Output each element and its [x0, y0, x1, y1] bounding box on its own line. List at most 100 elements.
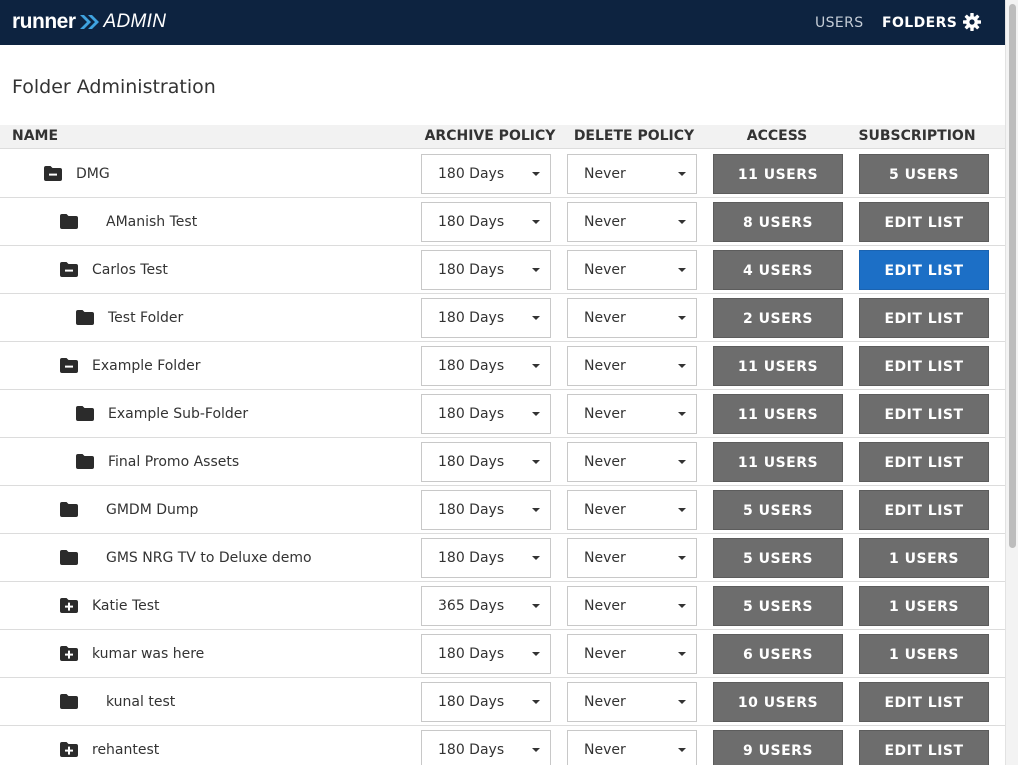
- brand-admin-text: ADMIN: [103, 11, 167, 32]
- folder-name[interactable]: Carlos Test: [92, 246, 168, 294]
- caret-down-icon: [532, 700, 540, 704]
- nav-folders-link[interactable]: FOLDERS: [882, 0, 957, 45]
- folder-name[interactable]: Final Promo Assets: [108, 438, 239, 486]
- archive-policy-select[interactable]: 180 Days: [421, 538, 551, 578]
- folder-icon: [76, 406, 94, 421]
- archive-policy-value: 180 Days: [438, 694, 505, 710]
- delete-policy-select[interactable]: Never: [567, 442, 697, 482]
- archive-policy-value: 180 Days: [438, 310, 505, 326]
- access-users-button[interactable]: 11 USERS: [713, 346, 843, 386]
- delete-policy-select[interactable]: Never: [567, 154, 697, 194]
- subscription-button[interactable]: EDIT LIST: [859, 442, 989, 482]
- subscription-button[interactable]: EDIT LIST: [859, 250, 989, 290]
- top-nav-bar: runner ADMIN USERS FOLDERS: [0, 0, 1005, 45]
- archive-policy-select[interactable]: 180 Days: [421, 682, 551, 722]
- archive-policy-value: 180 Days: [438, 166, 505, 182]
- delete-policy-select[interactable]: Never: [567, 538, 697, 578]
- brand-runner-text: runner: [12, 10, 76, 33]
- access-users-button[interactable]: 5 USERS: [713, 538, 843, 578]
- subscription-button[interactable]: EDIT LIST: [859, 202, 989, 242]
- subscription-button[interactable]: 5 USERS: [859, 154, 989, 194]
- access-users-button[interactable]: 11 USERS: [713, 394, 843, 434]
- access-users-button[interactable]: 4 USERS: [713, 250, 843, 290]
- folder-name[interactable]: AManish Test: [106, 198, 197, 246]
- archive-policy-select[interactable]: 180 Days: [421, 634, 551, 674]
- folder-name[interactable]: Example Sub-Folder: [108, 390, 248, 438]
- folder-icon: [60, 214, 78, 229]
- delete-policy-value: Never: [584, 166, 626, 182]
- gear-icon[interactable]: [962, 12, 982, 32]
- folder-icon: [60, 550, 78, 565]
- delete-policy-select[interactable]: Never: [567, 634, 697, 674]
- subscription-button[interactable]: EDIT LIST: [859, 730, 989, 765]
- folder-name[interactable]: kunal test: [106, 678, 175, 726]
- archive-policy-select[interactable]: 180 Days: [421, 346, 551, 386]
- folder-icon: [60, 502, 78, 517]
- archive-policy-select[interactable]: 180 Days: [421, 154, 551, 194]
- delete-policy-value: Never: [584, 742, 626, 758]
- folder-name[interactable]: GMS NRG TV to Deluxe demo: [106, 534, 312, 582]
- subscription-button[interactable]: 1 USERS: [859, 586, 989, 626]
- delete-policy-select[interactable]: Never: [567, 394, 697, 434]
- delete-policy-select[interactable]: Never: [567, 730, 697, 765]
- delete-policy-value: Never: [584, 358, 626, 374]
- delete-policy-select[interactable]: Never: [567, 586, 697, 626]
- archive-policy-select[interactable]: 180 Days: [421, 730, 551, 765]
- access-users-button[interactable]: 5 USERS: [713, 490, 843, 530]
- folder-minus-icon[interactable]: [60, 358, 78, 373]
- archive-policy-select[interactable]: 180 Days: [421, 298, 551, 338]
- access-users-button[interactable]: 10 USERS: [713, 682, 843, 722]
- table-header: NAME ARCHIVE POLICY DELETE POLICY ACCESS…: [0, 125, 1005, 149]
- folder-plus-icon[interactable]: [60, 646, 78, 661]
- delete-policy-select[interactable]: Never: [567, 202, 697, 242]
- delete-policy-select[interactable]: Never: [567, 346, 697, 386]
- access-users-button[interactable]: 2 USERS: [713, 298, 843, 338]
- archive-policy-value: 180 Days: [438, 454, 505, 470]
- subscription-button[interactable]: EDIT LIST: [859, 490, 989, 530]
- brand-logo[interactable]: runner ADMIN: [12, 9, 166, 35]
- folder-name[interactable]: Katie Test: [92, 582, 160, 630]
- archive-policy-select[interactable]: 180 Days: [421, 394, 551, 434]
- subscription-button[interactable]: EDIT LIST: [859, 682, 989, 722]
- subscription-button[interactable]: 1 USERS: [859, 538, 989, 578]
- table-row: Katie Test 365 Days Never 5 USERS 1 USERS: [0, 582, 1005, 630]
- folder-plus-icon[interactable]: [60, 742, 78, 757]
- delete-policy-select[interactable]: Never: [567, 250, 697, 290]
- caret-down-icon: [678, 604, 686, 608]
- folder-name[interactable]: Test Folder: [108, 294, 183, 342]
- delete-policy-select[interactable]: Never: [567, 682, 697, 722]
- access-users-button[interactable]: 8 USERS: [713, 202, 843, 242]
- access-users-button[interactable]: 11 USERS: [713, 154, 843, 194]
- archive-policy-select[interactable]: 365 Days: [421, 586, 551, 626]
- caret-down-icon: [532, 364, 540, 368]
- access-users-button[interactable]: 5 USERS: [713, 586, 843, 626]
- archive-policy-select[interactable]: 180 Days: [421, 250, 551, 290]
- subscription-button[interactable]: EDIT LIST: [859, 298, 989, 338]
- scrollbar-thumb[interactable]: [1009, 4, 1016, 548]
- delete-policy-select[interactable]: Never: [567, 298, 697, 338]
- subscription-button[interactable]: EDIT LIST: [859, 394, 989, 434]
- folder-name[interactable]: Example Folder: [92, 342, 200, 390]
- delete-policy-select[interactable]: Never: [567, 490, 697, 530]
- subscription-button[interactable]: EDIT LIST: [859, 346, 989, 386]
- delete-policy-value: Never: [584, 694, 626, 710]
- delete-policy-value: Never: [584, 502, 626, 518]
- archive-policy-select[interactable]: 180 Days: [421, 490, 551, 530]
- access-users-button[interactable]: 9 USERS: [713, 730, 843, 765]
- delete-policy-value: Never: [584, 550, 626, 566]
- access-users-button[interactable]: 6 USERS: [713, 634, 843, 674]
- subscription-button[interactable]: 1 USERS: [859, 634, 989, 674]
- folder-minus-icon[interactable]: [60, 262, 78, 277]
- folder-name[interactable]: rehantest: [92, 726, 159, 765]
- nav-users-link[interactable]: USERS: [815, 0, 864, 45]
- caret-down-icon: [678, 556, 686, 560]
- archive-policy-select[interactable]: 180 Days: [421, 202, 551, 242]
- folder-minus-icon[interactable]: [44, 166, 62, 181]
- folder-name[interactable]: DMG: [76, 150, 110, 198]
- folder-plus-icon[interactable]: [60, 598, 78, 613]
- archive-policy-value: 180 Days: [438, 214, 505, 230]
- archive-policy-select[interactable]: 180 Days: [421, 442, 551, 482]
- folder-name[interactable]: GMDM Dump: [106, 486, 198, 534]
- folder-name[interactable]: kumar was here: [92, 630, 204, 678]
- access-users-button[interactable]: 11 USERS: [713, 442, 843, 482]
